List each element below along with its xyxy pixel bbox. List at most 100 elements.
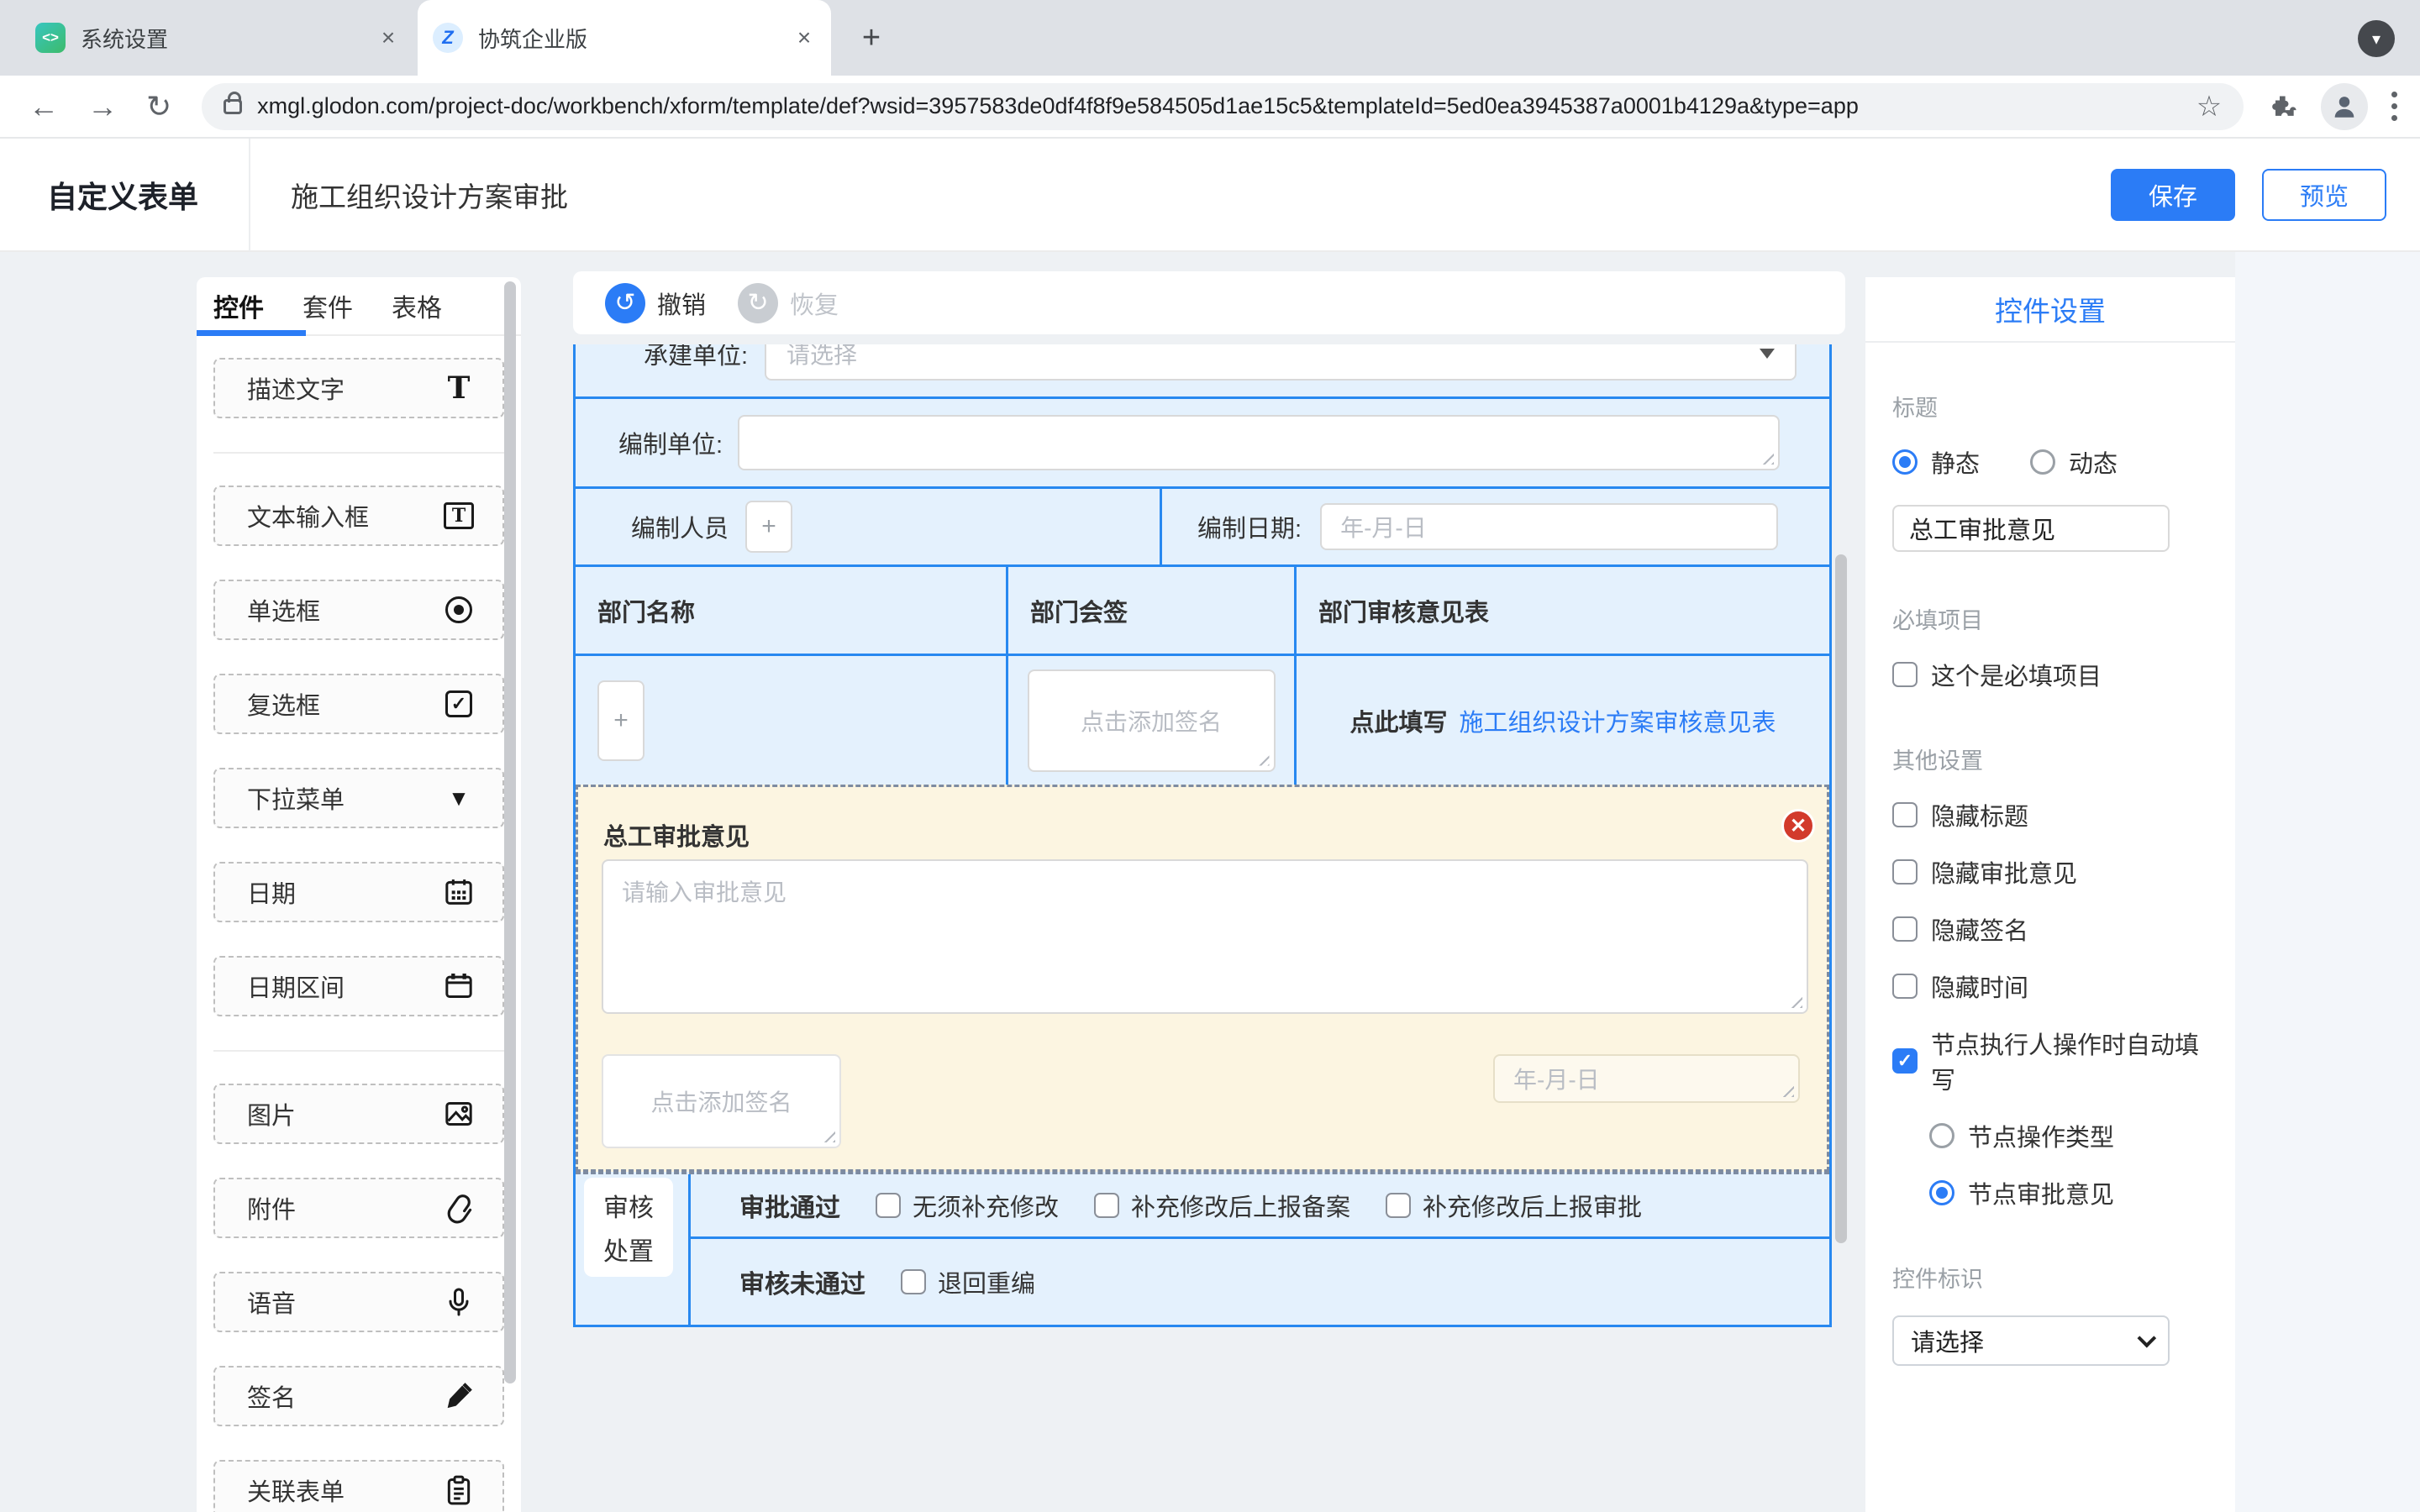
palette-item-image[interactable]: 图片 [213, 1084, 504, 1144]
dynamic-radio[interactable] [2030, 449, 2055, 475]
radio[interactable] [1929, 1123, 1954, 1148]
checkbox[interactable] [1892, 974, 1918, 999]
palette-item-date[interactable]: 日期 [213, 862, 504, 922]
column-header[interactable]: 部门会签 [1006, 567, 1294, 654]
review-sheet-link[interactable]: 施工组织设计方案审核意见表 [1460, 703, 1776, 738]
header-divider [249, 139, 250, 251]
palette-item-radio[interactable]: 单选框 [213, 580, 504, 640]
canvas-scrollbar[interactable] [1835, 554, 1847, 1243]
compile-date-cell[interactable]: 编制日期: 年-月-日 [1160, 489, 1829, 564]
undo-button[interactable]: ↺ 撤销 [605, 283, 706, 323]
palette-item-voice[interactable]: 语音 [213, 1272, 504, 1332]
palette-group-divider [213, 452, 504, 454]
lock-icon [224, 99, 242, 114]
signature-box[interactable]: 点击添加签名 [1028, 669, 1276, 772]
checkbox[interactable] [1094, 1193, 1119, 1218]
field-id-select[interactable]: 请选择 [1892, 1315, 2170, 1366]
palette-item-description-text[interactable]: 描述文字 T [213, 358, 504, 418]
checkbox[interactable] [1892, 916, 1918, 942]
palette-item-dropdown[interactable]: 下拉菜单 ▼ [213, 768, 504, 828]
contractor-select[interactable]: 请选择 [765, 344, 1797, 381]
new-tab-button[interactable]: + [852, 18, 891, 57]
checkbox[interactable] [1892, 802, 1918, 827]
option-supplement-record[interactable]: 补充修改后上报备案 [1094, 1188, 1350, 1223]
option-return-rewrite[interactable]: 退回重编 [901, 1264, 1035, 1299]
forward-icon[interactable]: → [87, 89, 118, 124]
node-action-type-option[interactable]: 节点操作类型 [1929, 1118, 2212, 1153]
checkbox[interactable] [901, 1269, 926, 1294]
add-staff-button[interactable]: + [745, 501, 792, 553]
tab-search-icon[interactable]: ▾ [2358, 20, 2395, 57]
approval-fail-row: 审核未通过 退回重编 [691, 1239, 1829, 1325]
tab-kits[interactable]: 套件 [302, 287, 353, 324]
tab-tables[interactable]: 表格 [392, 287, 442, 324]
close-tab-icon[interactable]: × [789, 23, 819, 53]
approval-pass-row: 审批通过 无须补充修改 补充修改后上报备案 补充修改后上报审批 [691, 1174, 1829, 1239]
selected-component-chief-approval[interactable]: ✕ 总工审批意见 请输入审批意见 点击添加签名 年-月-日 [576, 785, 1829, 1172]
review-disposition-label: 审核 处置 [584, 1178, 673, 1277]
compile-unit-textarea[interactable] [738, 415, 1780, 470]
checkbox-checked[interactable]: ✓ [1892, 1048, 1918, 1074]
table-row: + 点击添加签名 点此填写 施工组织设计方案审核意见表 [576, 654, 1829, 785]
field-label: 承建单位: [576, 344, 748, 371]
column-header[interactable]: 部门审核意见表 [1294, 567, 1829, 654]
required-toggle[interactable]: 这个是必填项目 [1892, 657, 2212, 692]
department-name-cell[interactable]: + [576, 656, 1006, 785]
node-approval-comment-option[interactable]: 节点审批意见 [1929, 1175, 2212, 1210]
xiezhu-favicon-icon: Z [433, 23, 463, 53]
reload-icon[interactable]: ↻ [146, 89, 171, 124]
form-row-contractor[interactable]: 承建单位: 请选择 [576, 344, 1829, 396]
extensions-icon[interactable] [2267, 90, 2301, 123]
static-radio[interactable] [1892, 449, 1918, 475]
toggle-hide-title[interactable]: 隐藏标题 [1892, 797, 2212, 832]
toggle-hide-time[interactable]: 隐藏时间 [1892, 969, 2212, 1004]
form-row-compile-unit[interactable]: 编制单位: [576, 396, 1829, 486]
palette-item-attachment[interactable]: 附件 [213, 1178, 504, 1238]
checkbox[interactable] [1892, 662, 1918, 687]
checkbox[interactable] [1386, 1193, 1411, 1218]
column-header[interactable]: 部门名称 [576, 567, 1006, 654]
back-icon[interactable]: ← [29, 89, 59, 124]
profile-avatar[interactable] [2321, 83, 2368, 130]
delete-component-icon[interactable]: ✕ [1781, 809, 1815, 843]
add-department-button[interactable]: + [597, 680, 644, 761]
approval-comment-textarea[interactable]: 请输入审批意见 [602, 859, 1808, 1014]
close-tab-icon[interactable]: × [373, 23, 403, 53]
tab-controls[interactable]: 控件 [213, 287, 264, 324]
tab-xiezhu-enterprise[interactable]: Z 协筑企业版 × [418, 0, 831, 76]
bookmark-star-icon[interactable]: ☆ [2196, 90, 2222, 123]
palette-item-checkbox[interactable]: 复选框 ✓ [213, 674, 504, 734]
preview-button[interactable]: 预览 [2262, 169, 2386, 221]
option-supplement-approval[interactable]: 补充修改后上报审批 [1386, 1188, 1642, 1223]
undo-icon: ↺ [605, 283, 645, 323]
approval-date-input[interactable]: 年-月-日 [1493, 1054, 1800, 1103]
compile-date-input[interactable]: 年-月-日 [1320, 503, 1778, 550]
palette-item-signature[interactable]: 签名 [213, 1366, 504, 1426]
toggle-hide-comment[interactable]: 隐藏审批意见 [1892, 854, 2212, 890]
toggle-autofill[interactable]: ✓ 节点执行人操作时自动填写 [1892, 1026, 2212, 1096]
address-bar[interactable]: xmgl.glodon.com/project-doc/workbench/xf… [202, 83, 2244, 130]
palette-item-date-range[interactable]: 日期区间 [213, 956, 504, 1016]
checkbox[interactable] [1892, 859, 1918, 885]
palette-item-linked-form[interactable]: 关联表单 [213, 1460, 504, 1512]
checkbox[interactable] [876, 1193, 901, 1218]
save-button[interactable]: 保存 [2111, 169, 2235, 221]
component-palette: 控件 套件 表格 描述文字 T 文本输入框 T 单选框 复选框 ✓ [197, 277, 521, 1512]
approval-signature-box[interactable]: 点击添加签名 [602, 1054, 841, 1148]
component-title-input[interactable] [1892, 505, 2170, 552]
tab-system-settings[interactable]: <> 系统设置 × [20, 0, 415, 76]
workbench-content: 控件 套件 表格 描述文字 T 文本输入框 T 单选框 复选框 ✓ [0, 252, 2420, 1512]
redo-button[interactable]: ↻ 恢复 [738, 283, 839, 323]
redo-icon: ↻ [738, 283, 778, 323]
option-no-supplement[interactable]: 无须补充修改 [876, 1188, 1059, 1223]
compile-staff-cell[interactable]: 编制人员 + [576, 489, 1160, 564]
radio-selected[interactable] [1929, 1180, 1954, 1205]
url-text[interactable]: xmgl.glodon.com/project-doc/workbench/xf… [257, 93, 2196, 119]
browser-menu-icon[interactable] [2391, 92, 2397, 121]
toggle-hide-signature[interactable]: 隐藏签名 [1892, 911, 2212, 947]
palette-item-text-input[interactable]: 文本输入框 T [213, 486, 504, 546]
other-settings-label: 其他设置 [1892, 743, 2212, 775]
palette-group-divider [213, 1050, 504, 1052]
microphone-icon [440, 1284, 477, 1320]
palette-scrollbar[interactable] [504, 281, 516, 1383]
